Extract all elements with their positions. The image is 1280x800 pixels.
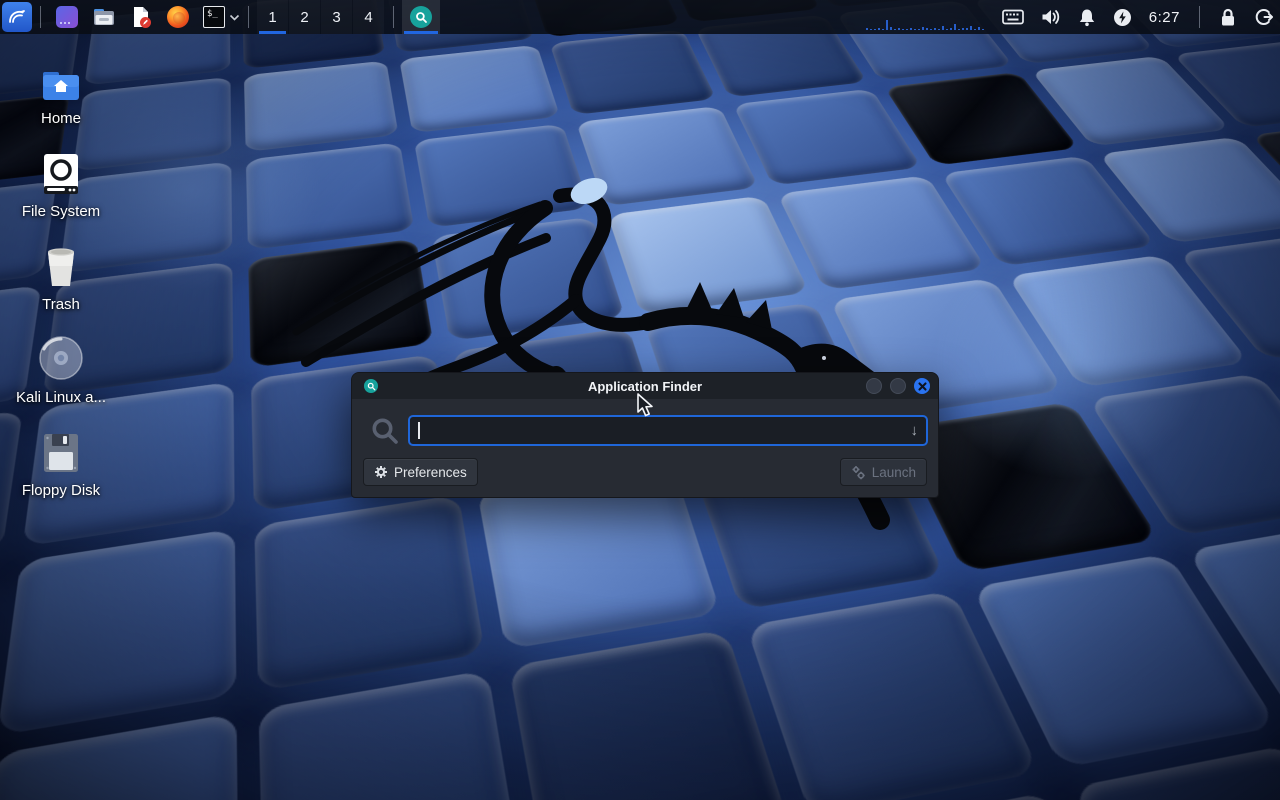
folder-icon	[92, 5, 116, 29]
logout-icon[interactable]	[1254, 7, 1274, 27]
desktop-icon-column: Home File System	[18, 56, 104, 521]
floppy-disk-icon	[41, 428, 81, 474]
system-tray: 6:27	[1002, 6, 1274, 28]
kali-dragon-icon	[6, 6, 28, 28]
launcher-group	[55, 5, 190, 29]
home-folder-icon	[41, 56, 81, 102]
lock-icon[interactable]	[1219, 8, 1237, 27]
volume-icon[interactable]	[1041, 8, 1061, 26]
keyboard-icon[interactable]	[1002, 9, 1024, 25]
preferences-label: Preferences	[394, 465, 467, 480]
minimize-button[interactable]	[866, 378, 882, 394]
dropdown-arrow-icon[interactable]: ↓	[911, 422, 919, 439]
preferences-button[interactable]: Preferences	[363, 458, 478, 486]
application-finder-icon	[410, 6, 432, 28]
desktop-icon-label: File System	[22, 203, 100, 220]
close-button[interactable]	[914, 378, 930, 394]
terminal-icon: $_	[207, 9, 218, 19]
workspace-button-4[interactable]: 4	[353, 0, 384, 34]
terminal-launcher[interactable]: $_	[203, 6, 225, 28]
desktop-icon-file-system[interactable]: File System	[18, 149, 104, 220]
close-icon	[918, 382, 927, 391]
desktop-icon-home[interactable]: Home	[18, 56, 104, 127]
panel-clock[interactable]: 6:27	[1149, 9, 1180, 26]
text-editor-launcher[interactable]	[129, 5, 153, 29]
text-caret	[418, 422, 420, 439]
panel-separator	[1199, 6, 1200, 28]
launch-button[interactable]: Launch	[840, 458, 927, 486]
network-monitor-graph	[866, 16, 988, 30]
desktop-icon-label: Trash	[42, 296, 80, 313]
desktop-icon-label: Kali Linux a...	[16, 389, 106, 406]
firefox-launcher[interactable]	[166, 5, 190, 29]
window-app-icon	[56, 6, 78, 28]
gear-icon	[374, 465, 388, 479]
desktop-icon-kali-cd[interactable]: Kali Linux a...	[18, 335, 104, 406]
desktop-icon-label: Home	[41, 110, 81, 127]
maximize-button[interactable]	[890, 378, 906, 394]
workspace-button-1[interactable]: 1	[257, 0, 288, 34]
titlebar[interactable]: Application Finder	[352, 373, 938, 399]
workspace-switcher: 1234	[257, 0, 385, 34]
hard-drive-icon	[42, 149, 80, 195]
trash-icon	[41, 242, 81, 288]
file-manager-launcher[interactable]	[92, 5, 116, 29]
document-edit-icon	[129, 5, 153, 29]
launch-gears-icon	[851, 465, 866, 480]
launch-label: Launch	[872, 465, 916, 480]
power-manager-icon[interactable]	[1113, 8, 1132, 27]
panel-separator	[248, 6, 249, 28]
desktop-icon-trash[interactable]: Trash	[18, 242, 104, 313]
firefox-icon	[167, 6, 189, 28]
chevron-down-icon[interactable]	[229, 14, 240, 21]
search-icon	[362, 416, 408, 446]
window-title: Application Finder	[352, 379, 938, 394]
desktop: Home File System	[0, 0, 1280, 800]
workspace-button-2[interactable]: 2	[289, 0, 320, 34]
taskbar-item-application-finder[interactable]	[402, 0, 440, 34]
window-app-launcher[interactable]	[55, 5, 79, 29]
kali-menu-button[interactable]	[2, 2, 32, 32]
application-finder-window: Application Finder	[351, 372, 939, 498]
top-panel: $_ 1234	[0, 0, 1280, 34]
desktop-icon-label: Floppy Disk	[22, 482, 100, 499]
desktop-icon-floppy[interactable]: Floppy Disk	[18, 428, 104, 499]
panel-separator	[393, 6, 394, 28]
optical-disc-icon	[38, 335, 84, 381]
search-input[interactable]: ↓	[408, 415, 928, 446]
notification-bell-icon[interactable]	[1078, 8, 1096, 27]
workspace-button-3[interactable]: 3	[321, 0, 352, 34]
panel-separator	[40, 6, 41, 28]
